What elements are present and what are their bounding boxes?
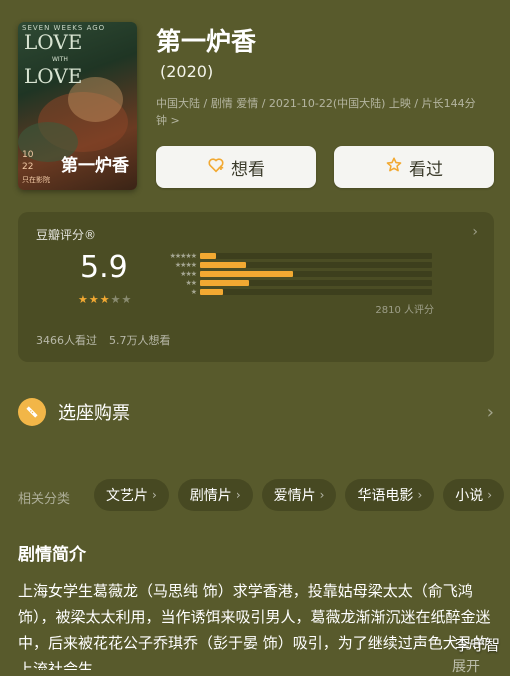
synopsis-heading: 剧情简介	[18, 545, 86, 565]
watched-button[interactable]: 看过	[334, 146, 494, 188]
rating-bar-stars: ★★	[185, 279, 197, 287]
rating-bar-row: ★★★★	[150, 261, 432, 269]
category-chip[interactable]: 文艺片 ›	[94, 479, 169, 511]
star-filled-icon: ★	[88, 293, 99, 306]
star-empty-icon: ★	[110, 293, 121, 306]
movie-title: 第一炉香	[156, 27, 257, 56]
category-chip[interactable]: 剧情片 ›	[177, 479, 253, 511]
category-chip-label: 剧情片	[189, 488, 232, 504]
category-chip[interactable]: 华语电影 ›	[345, 479, 435, 511]
chevron-right-icon: ›	[472, 224, 478, 240]
rating-bar-fill	[200, 253, 216, 259]
seen-count: 3466人看过	[36, 334, 97, 347]
rating-bar-stars: ★	[190, 288, 197, 296]
category-chip-label: 小说	[455, 488, 484, 504]
poster-title-calligraphy: 第一炉香	[61, 156, 129, 176]
douban-rating-card[interactable]: 豆瓣评分® › 5.9 ★ ★ ★ ★ ★ ★★★★★ ★★★★ ★★★ ★★ ★ 2810 人…	[18, 212, 494, 362]
chevron-right-icon: ›	[486, 401, 494, 423]
heart-plus-icon	[207, 156, 225, 179]
rating-bar-row: ★★	[150, 279, 432, 287]
rating-bar-track	[200, 289, 432, 295]
poster-love-line1: LOVE	[24, 30, 83, 54]
related-categories-label: 相关分类	[18, 492, 71, 507]
rating-score: 5.9	[80, 250, 128, 285]
category-chip-label: 文艺片	[106, 488, 148, 504]
watermark: 李守智	[454, 636, 500, 654]
buy-ticket-row[interactable]: 选座购票 ›	[18, 392, 494, 432]
chevron-right-icon: ›	[319, 488, 325, 502]
chevron-right-icon: ›	[235, 488, 241, 502]
rating-bar-stars: ★★★★	[174, 261, 197, 269]
chevron-right-icon: ›	[487, 488, 493, 502]
want-to-watch-button[interactable]: 想看	[156, 146, 316, 188]
rating-bar-track	[200, 253, 432, 259]
movie-poster[interactable]: SEVEN WEEKS AGO LOVE WITH LOVE 10 22 只在影…	[18, 22, 137, 190]
rating-bar-fill	[200, 280, 249, 286]
rating-bar-stars: ★★★★★	[169, 252, 197, 260]
category-chips: 文艺片 › 剧情片 › 爱情片 › 华语电影 › 小说 ›	[94, 479, 505, 511]
rating-stats: 3466人看过 5.7万人想看	[36, 332, 171, 348]
poster-love-line2: LOVE	[24, 64, 83, 88]
rating-bar-fill	[200, 289, 223, 295]
star-filled-icon: ★	[99, 293, 110, 306]
rating-count: 2810 人评分	[375, 305, 434, 316]
rating-bar-track	[200, 262, 432, 268]
chevron-right-icon: ›	[152, 488, 157, 502]
rating-bar-fill	[200, 262, 246, 268]
category-chip[interactable]: 小说 ›	[443, 479, 505, 511]
category-chip-label: 爱情片	[273, 488, 316, 504]
want-to-watch-label: 想看	[231, 159, 265, 180]
movie-meta[interactable]: 中国大陆 / 剧情 爱情 / 2021-10-22(中国大陆) 上映 / 片长1…	[156, 95, 486, 129]
expand-synopsis-link[interactable]: 展开	[446, 656, 480, 676]
synopsis-text: 上海女学生葛薇龙（马思纯 饰）求学香港，投靠姑母梁太太（俞飞鸿 饰），被梁太太利…	[18, 582, 491, 670]
rating-bar-track	[200, 280, 432, 286]
rating-bar-track	[200, 271, 432, 277]
watched-label: 看过	[409, 159, 443, 180]
ticket-icon	[18, 398, 46, 426]
star-filled-icon: ★	[78, 293, 88, 306]
rating-bar-row: ★★★★★	[150, 252, 432, 260]
poster-date-day: 22	[22, 162, 34, 172]
chevron-right-icon: ›	[417, 488, 423, 502]
rating-bar-row: ★★★	[150, 270, 432, 278]
rating-stars: ★ ★ ★ ★ ★	[78, 293, 131, 306]
buy-ticket-label: 选座购票	[58, 403, 130, 424]
rating-source-label: 豆瓣评分®	[36, 228, 97, 242]
movie-year: (2020)	[160, 62, 214, 81]
want-count: 5.7万人想看	[109, 334, 171, 347]
star-outline-icon	[385, 156, 403, 179]
rating-bar-fill	[200, 271, 293, 277]
poster-date-month: 10	[22, 150, 34, 160]
category-chip[interactable]: 爱情片 ›	[261, 479, 337, 511]
poster-cinema-text: 只在影院	[22, 176, 50, 184]
rating-bar-stars: ★★★	[180, 270, 197, 278]
star-empty-icon: ★	[121, 293, 132, 306]
rating-bar-row: ★	[150, 288, 432, 296]
category-chip-label: 华语电影	[357, 488, 414, 504]
poster-with-text: WITH	[52, 56, 68, 63]
